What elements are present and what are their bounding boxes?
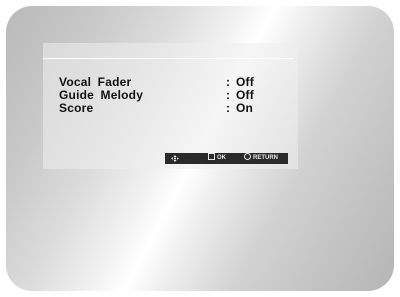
karaoke-menu-panel: Vocal Fader : Off Guide Melody : Off Sco…: [43, 43, 298, 169]
navigation-arrows-icon: [171, 155, 179, 162]
menu-item-separator: :: [226, 101, 231, 115]
return-label: RETURN: [253, 155, 278, 161]
ok-label: OK: [217, 155, 226, 161]
return-hint: RETURN: [244, 153, 278, 164]
menu-item-label: Score: [59, 101, 94, 115]
return-icon: [244, 153, 251, 160]
menu-item-score[interactable]: Score : On: [59, 102, 281, 115]
enter-icon: [208, 153, 215, 160]
tv-screen: Vocal Fader : Off Guide Melody : Off Sco…: [6, 6, 394, 291]
button-guide-bar: OK RETURN: [165, 153, 288, 164]
menu-item-value: On: [236, 101, 254, 115]
menu-divider: [43, 58, 293, 59]
ok-hint: OK: [208, 153, 226, 164]
